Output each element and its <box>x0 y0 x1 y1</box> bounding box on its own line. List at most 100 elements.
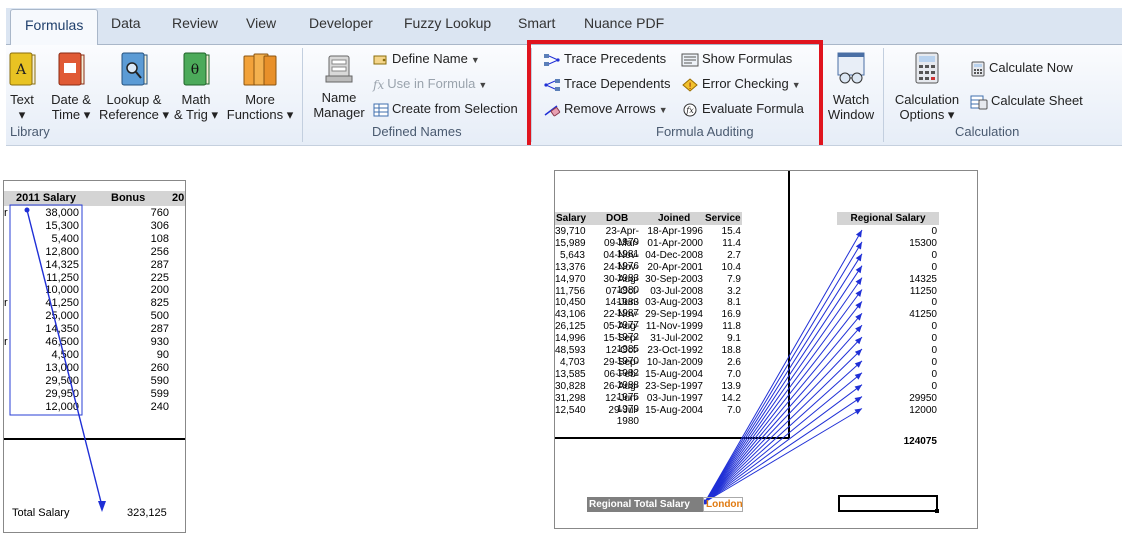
dependent-arrow-line <box>704 253 863 503</box>
tab-nuance-pdf[interactable]: Nuance PDF <box>584 15 664 31</box>
more-functions-label-1: More <box>245 92 275 107</box>
grid-table-icon <box>373 103 389 117</box>
watch-window-label-2: Window <box>827 107 875 122</box>
total-salary-value: 323,125 <box>127 507 167 519</box>
fx-icon: fx <box>373 77 385 92</box>
tab-review[interactable]: Review <box>172 15 218 31</box>
name-manager-label-1: Name <box>321 90 357 105</box>
dependent-arrow-head <box>855 277 862 286</box>
trace-arrow-line <box>26 209 103 507</box>
dependent-arrow-head <box>854 384 862 392</box>
dependent-arrow-head <box>854 408 862 415</box>
dependent-arrow-line <box>704 229 863 503</box>
lookup-reference-label-2: Reference ▾ <box>98 107 170 122</box>
right-worksheet: Salary DOB Joined Service Regional Salar… <box>554 170 978 529</box>
name-manager-label-2: Manager <box>313 105 365 120</box>
book-calendar-icon <box>58 52 85 86</box>
use-in-formula-label: Use in Formula <box>387 76 476 91</box>
total-salary-label: Total Salary <box>12 507 70 519</box>
calculate-now-label: Calculate Now <box>989 60 1073 75</box>
left-trace-overlay <box>4 204 185 512</box>
dependent-arrow-head <box>854 396 862 403</box>
create-from-selection-label: Create from Selection <box>392 101 518 116</box>
calculation-options-label-2: Options ▾ <box>899 107 955 122</box>
right-trace-overlay <box>555 171 863 505</box>
date-time-label-1: Date & <box>51 92 91 107</box>
books-stack-icon <box>243 53 277 86</box>
dependent-arrow-line <box>704 396 863 503</box>
math-trig-label-1: Math <box>181 92 211 107</box>
glasses-window-icon <box>837 52 865 84</box>
text-functions-label-2: ▾ <box>18 107 26 122</box>
text-functions-label-1: Text <box>10 92 34 107</box>
define-name-button[interactable]: Define Name ▼ <box>373 49 480 69</box>
group-separator <box>302 48 303 142</box>
dependent-arrow-line <box>704 312 863 503</box>
text-functions-button[interactable]: A Text ▾ <box>6 50 38 122</box>
svg-text:A: A <box>15 62 27 78</box>
dependent-arrow-head <box>855 301 862 309</box>
dependent-arrows <box>702 229 863 505</box>
dependent-arrow-head <box>855 289 862 297</box>
dependent-arrow-line <box>704 324 863 503</box>
calculation-options-label-1: Calculation <box>894 92 960 107</box>
svg-text:θ: θ <box>191 62 199 78</box>
tab-smart[interactable]: Smart <box>518 15 555 31</box>
calculation-group-label: Calculation <box>955 124 1020 139</box>
watch-window-button[interactable]: Watch Window <box>824 50 878 122</box>
name-manager-icon <box>325 55 353 83</box>
tab-formulas[interactable]: Formulas <box>10 9 99 45</box>
dependent-arrow-line <box>704 289 863 503</box>
more-functions-label-2: Functions ▾ <box>226 107 294 122</box>
more-functions-button[interactable]: More Functions ▾ <box>224 50 296 122</box>
calculate-sheet-label: Calculate Sheet <box>991 93 1083 108</box>
group-separator <box>883 48 884 142</box>
regional-total-value: 124075 <box>903 436 937 447</box>
dependent-arrow-line <box>704 277 863 503</box>
date-time-functions-button[interactable]: Date & Time ▾ <box>48 50 94 122</box>
tab-fuzzy-lookup[interactable]: Fuzzy Lookup <box>404 15 491 31</box>
calculate-now-button[interactable]: Calculate Now <box>970 58 1073 78</box>
math-trig-label-2: & Trig ▾ <box>173 107 219 122</box>
dependent-arrow-head <box>855 241 862 250</box>
sheet-calculator-icon <box>970 95 988 110</box>
calculate-sheet-button[interactable]: Calculate Sheet <box>970 91 1083 111</box>
name-manager-button[interactable]: Name Manager <box>310 52 368 120</box>
lookup-reference-label-1: Lookup & <box>106 92 162 107</box>
dependent-arrow-line <box>704 265 863 503</box>
book-magnifier-icon <box>121 52 148 86</box>
trace-arrow-head <box>98 501 106 512</box>
lookup-reference-functions-button[interactable]: Lookup & Reference ▾ <box>98 50 170 122</box>
calculator-small-icon <box>971 61 985 77</box>
tab-developer[interactable]: Developer <box>309 15 373 31</box>
regional-total-salary-label: Regional Total Salary <box>587 497 703 512</box>
chevron-down-icon: ▼ <box>470 55 480 65</box>
formula-auditing-highlight <box>527 40 823 150</box>
create-from-selection-button[interactable]: Create from Selection <box>373 99 518 119</box>
selected-cell[interactable] <box>838 495 938 512</box>
book-text-icon: A <box>9 52 36 86</box>
dependent-arrow-line <box>704 408 863 503</box>
library-group-label: Library <box>10 124 50 139</box>
dependent-arrow-head <box>855 253 862 262</box>
left-worksheet: 2011 Salary Bonus 20 r 38,000 760 15,300 306… <box>3 180 186 533</box>
calculation-options-button[interactable]: Calculation Options ▾ <box>890 50 964 122</box>
formula-bar-strip <box>6 145 1122 164</box>
tab-data[interactable]: Data <box>111 15 141 31</box>
defined-names-group-label: Defined Names <box>372 124 462 139</box>
dependent-arrow-line <box>704 360 863 503</box>
tab-view[interactable]: View <box>246 15 276 31</box>
tag-icon <box>373 55 387 65</box>
chevron-down-icon: ▼ <box>478 80 488 90</box>
define-name-label: Define Name <box>392 51 468 66</box>
math-trig-functions-button[interactable]: θ Math & Trig ▾ <box>172 50 220 122</box>
book-theta-icon: θ <box>183 52 210 86</box>
dependent-arrow-line <box>704 336 863 503</box>
dependent-arrow-head <box>855 230 862 238</box>
dependent-arrow-head <box>855 265 862 274</box>
use-in-formula-button[interactable]: fx Use in Formula ▼ <box>373 74 487 94</box>
date-time-label-2: Time ▾ <box>51 107 91 122</box>
fill-handle[interactable] <box>935 509 939 513</box>
region-input-cell[interactable]: London <box>703 497 743 512</box>
calculator-icon <box>915 52 939 84</box>
